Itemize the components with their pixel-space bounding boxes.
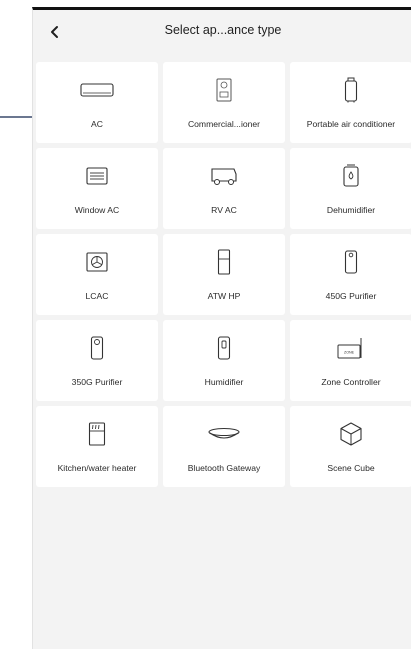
appliance-tile-ac[interactable]: AC [36,62,158,143]
page-title: Select ap...ance type [164,23,282,37]
appliance-tile-atw-hp[interactable]: ATW HP [163,234,285,315]
appliance-label: 350G Purifier [71,377,123,387]
header: Select ap...ance type [33,10,411,56]
rv-icon [211,168,237,185]
appliance-label: Humidifier [204,377,244,387]
portable-ac-icon [344,77,358,103]
appliance-tile-portable-ac[interactable]: Portable air conditioner [290,62,411,143]
appliance-label: AC [91,119,103,129]
appliance-label: LCAC [85,291,109,301]
appliance-label: Window AC [74,205,120,215]
zone-text: ZONE [344,351,355,355]
app-screen: Select ap...ance type AC Commercial...io… [32,7,411,649]
purifier-350g-icon [90,336,104,360]
appliance-grid: AC Commercial...ioner Portable air condi… [36,62,411,487]
appliance-tile-scene-cube[interactable]: Scene Cube [290,406,411,487]
appliance-label: Dehumidifier [326,205,376,215]
left-margin [0,0,32,649]
appliance-tile-450g-purifier[interactable]: 450G Purifier [290,234,411,315]
appliance-tile-zone-controller[interactable]: ZONE Zone Controller [290,320,411,401]
appliance-label: Zone Controller [321,377,381,387]
air-conditioner-icon [80,83,114,97]
lcac-fan-icon [86,252,108,272]
appliance-tile-humidifier[interactable]: Humidifier [163,320,285,401]
appliance-label: Scene Cube [327,463,375,473]
appliance-tile-dehumidifier[interactable]: Dehumidifier [290,148,411,229]
appliance-tile-bluetooth-gateway[interactable]: Bluetooth Gateway [163,406,285,487]
appliance-tile-rv-ac[interactable]: RV AC [163,148,285,229]
appliance-label: Portable air conditioner [306,119,396,129]
bluetooth-gateway-icon [208,427,240,439]
appliance-label: Kitchen/water heater [57,463,137,473]
back-button[interactable] [43,20,67,44]
appliance-label: RV AC [211,205,237,215]
commercial-ac-icon [216,78,232,102]
zone-controller-icon: ZONE [337,338,362,359]
appliance-label: Bluetooth Gateway [187,463,261,473]
cube-icon [340,422,362,446]
dehumidifier-icon [343,164,359,187]
appliance-tile-350g-purifier[interactable]: 350G Purifier [36,320,158,401]
humidifier-icon [217,336,231,360]
appliance-label: Commercial...ioner [187,119,261,129]
purifier-450g-icon [344,250,358,274]
chevron-left-icon [51,26,58,38]
appliance-tile-window-ac[interactable]: Window AC [36,148,158,229]
window-ac-icon [86,167,108,185]
heat-pump-icon [217,249,231,275]
appliance-tile-lcac[interactable]: LCAC [36,234,158,315]
appliance-tile-commercial-ac[interactable]: Commercial...ioner [163,62,285,143]
appliance-tile-water-heater[interactable]: Kitchen/water heater [36,406,158,487]
appliance-label: 450G Purifier [325,291,377,301]
appliance-label: ATW HP [207,291,241,301]
water-heater-icon [88,422,106,446]
